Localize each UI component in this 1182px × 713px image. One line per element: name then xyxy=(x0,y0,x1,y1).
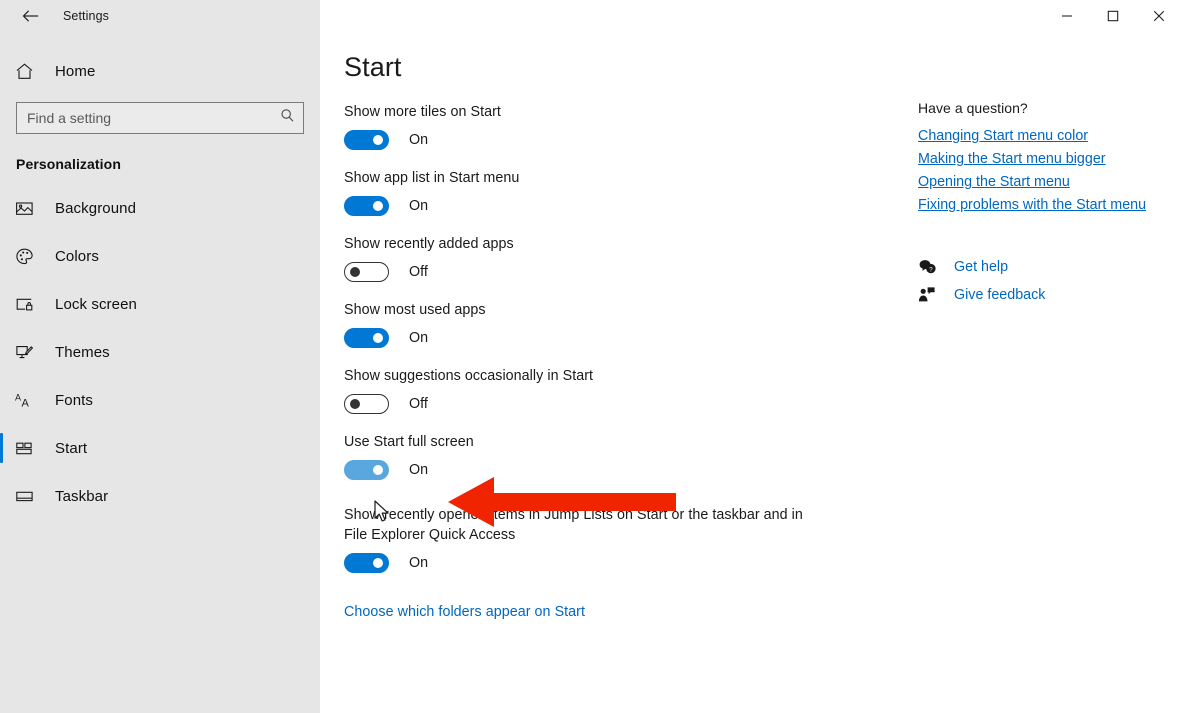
search-box[interactable] xyxy=(16,102,304,134)
sidebar-item-home[interactable]: Home xyxy=(0,50,320,92)
toggle-knob xyxy=(373,558,383,568)
taskbar-icon xyxy=(15,487,43,506)
toggle-row: Off xyxy=(344,261,814,283)
setting-label: Show recently opened items in Jump Lists… xyxy=(344,507,803,543)
toggle-knob xyxy=(373,465,383,475)
settings-window: Home Personalization xyxy=(0,0,1182,713)
start-tiles-icon xyxy=(15,439,43,458)
sidebar-item-home-label: Home xyxy=(55,62,96,80)
sidebar-item-lock-screen-label: Lock screen xyxy=(55,295,137,313)
sidebar-item-start-label: Start xyxy=(55,439,88,457)
toggle-show-recently-added-apps[interactable] xyxy=(344,262,389,282)
setting-label: Show recently added apps xyxy=(344,236,514,252)
give-feedback-label: Give feedback xyxy=(954,287,1046,303)
sidebar-category-title: Personalization xyxy=(16,156,121,172)
toggle-row: On xyxy=(344,459,814,481)
toggle-show-most-used-apps[interactable] xyxy=(344,328,389,348)
settings-list: Show more tiles on Start On Show app lis… xyxy=(344,102,814,621)
setting-show-app-list: Show app list in Start menu On xyxy=(344,168,814,217)
sidebar-nav-list: Background Colors Lock screen Themes A A… xyxy=(0,184,320,520)
setting-label: Show most used apps xyxy=(344,302,486,318)
get-help-label: Get help xyxy=(954,259,1009,275)
toggle-knob xyxy=(373,201,383,211)
sidebar-item-start[interactable]: Start xyxy=(0,424,320,472)
toggle-show-jump-lists[interactable] xyxy=(344,553,389,573)
help-link-fixing-problems[interactable]: Fixing problems with the Start menu xyxy=(918,197,1182,213)
get-help-action[interactable]: ? Get help xyxy=(918,253,1182,281)
search-input[interactable] xyxy=(27,110,280,126)
sidebar-item-taskbar-label: Taskbar xyxy=(55,487,109,505)
toggle-state-label: On xyxy=(409,462,429,478)
setting-show-suggestions: Show suggestions occasionally in Start O… xyxy=(344,366,814,415)
svg-text:A: A xyxy=(15,392,21,402)
sidebar-item-themes-label: Themes xyxy=(55,343,110,361)
toggle-state-label: On xyxy=(409,198,429,214)
sidebar-item-themes[interactable]: Themes xyxy=(0,328,320,376)
choose-folders-link[interactable]: Choose which folders appear on Start xyxy=(344,604,585,620)
toggle-row: On xyxy=(344,195,814,217)
toggle-knob xyxy=(373,333,383,343)
sidebar-item-colors-label: Colors xyxy=(55,247,99,265)
toggle-row: On xyxy=(344,552,814,574)
toggle-state-label: Off xyxy=(409,396,428,412)
toggle-row: On xyxy=(344,327,814,349)
help-link-opening-start-menu[interactable]: Opening the Start menu xyxy=(918,174,1182,190)
setting-label: Show suggestions occasionally in Start xyxy=(344,368,594,384)
sidebar-item-fonts[interactable]: A A Fonts xyxy=(0,376,320,424)
selected-indicator xyxy=(0,433,3,463)
sidebar-item-colors[interactable]: Colors xyxy=(0,232,320,280)
page-title: Start xyxy=(344,52,402,82)
toggle-row: Off xyxy=(344,393,814,415)
palette-icon xyxy=(15,247,43,266)
help-actions: ? Get help Give feedback xyxy=(918,253,1182,309)
fonts-aa-icon: A A xyxy=(15,391,43,410)
sidebar-item-background-label: Background xyxy=(55,199,137,217)
lock-screen-icon xyxy=(15,295,43,314)
maximize-button[interactable] xyxy=(1090,0,1136,32)
setting-use-start-full-screen: Use Start full screen On xyxy=(344,432,814,481)
search-icon xyxy=(280,108,295,128)
give-feedback-icon xyxy=(918,286,944,304)
toggle-use-start-full-screen[interactable] xyxy=(344,460,389,480)
toggle-knob xyxy=(350,399,360,409)
back-button[interactable] xyxy=(8,0,54,32)
toggle-state-label: On xyxy=(409,132,429,148)
svg-text:A: A xyxy=(22,397,30,409)
setting-show-jump-lists: Show recently opened items in Jump Lists… xyxy=(344,505,814,574)
help-heading: Have a question? xyxy=(918,100,1028,116)
setting-label: Show more tiles on Start xyxy=(344,104,501,120)
setting-show-recently-added-apps: Show recently added apps Off xyxy=(344,234,814,283)
toggle-state-label: On xyxy=(409,330,429,346)
toggle-show-more-tiles[interactable] xyxy=(344,130,389,150)
setting-label: Use Start full screen xyxy=(344,434,474,450)
sidebar-item-background[interactable]: Background xyxy=(0,184,320,232)
toggle-state-label: Off xyxy=(409,264,428,280)
main-content: Start Show more tiles on Start On Show a… xyxy=(320,0,1182,713)
sidebar-item-lock-screen[interactable]: Lock screen xyxy=(0,280,320,328)
toggle-show-app-list[interactable] xyxy=(344,196,389,216)
give-feedback-action[interactable]: Give feedback xyxy=(918,281,1182,309)
toggle-row: On xyxy=(344,129,814,151)
sidebar-item-fonts-label: Fonts xyxy=(55,391,94,409)
picture-icon xyxy=(15,199,43,218)
toggle-knob xyxy=(373,135,383,145)
setting-show-more-tiles: Show more tiles on Start On xyxy=(344,102,814,151)
close-button[interactable] xyxy=(1136,0,1182,32)
help-link-making-start-menu-bigger[interactable]: Making the Start menu bigger xyxy=(918,151,1182,167)
svg-text:?: ? xyxy=(929,266,933,273)
sidebar: Home Personalization xyxy=(0,0,320,713)
setting-label: Show app list in Start menu xyxy=(344,170,520,186)
help-link-changing-start-menu-color[interactable]: Changing Start menu color xyxy=(918,128,1182,144)
toggle-knob xyxy=(350,267,360,277)
minimize-button[interactable] xyxy=(1044,0,1090,32)
toggle-state-label: On xyxy=(409,555,429,571)
get-help-icon: ? xyxy=(918,258,944,276)
sidebar-item-taskbar[interactable]: Taskbar xyxy=(0,472,320,520)
themes-brush-icon xyxy=(15,343,43,362)
home-icon xyxy=(15,62,43,81)
setting-show-most-used-apps: Show most used apps On xyxy=(344,300,814,349)
toggle-show-suggestions[interactable] xyxy=(344,394,389,414)
help-panel: Have a question? Changing Start menu col… xyxy=(918,100,1182,309)
